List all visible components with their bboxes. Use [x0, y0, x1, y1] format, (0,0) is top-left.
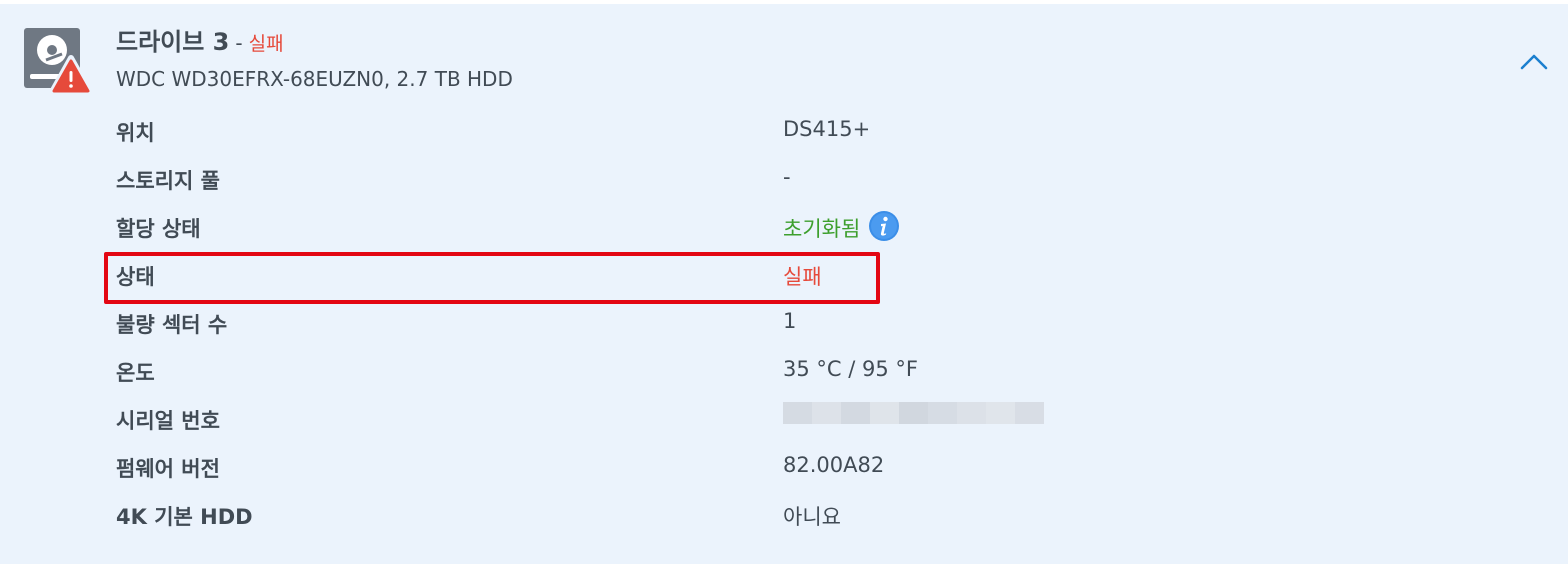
- location-label: 위치: [116, 121, 155, 145]
- title-separator: -: [235, 31, 243, 55]
- detail-row-temperature: 온도 35 °C / 95 °F: [0, 345, 1568, 393]
- temperature-value: 35 °C / 95 °F: [783, 357, 918, 381]
- allocation-value: 초기화됨: [783, 217, 861, 241]
- detail-row-location: 위치 DS415+: [0, 105, 1568, 153]
- storage-pool-label: 스토리지 풀: [116, 169, 220, 193]
- collapse-button[interactable]: [1516, 48, 1552, 76]
- info-icon[interactable]: [868, 210, 900, 242]
- 4k-native-value: 아니요: [783, 505, 841, 529]
- drive-detail-panel: 드라이브 3- 실패 WDC WD30EFRX-68EUZN0, 2.7 TB H…: [0, 4, 1568, 564]
- drive-name: 드라이브 3: [116, 28, 230, 56]
- status-label: 상태: [116, 265, 155, 289]
- allocation-label: 할당 상태: [116, 217, 201, 241]
- detail-row-bad-sectors: 불량 섹터 수 1: [0, 297, 1568, 345]
- status-value: 실패: [783, 265, 822, 289]
- serial-value-redacted: [783, 402, 1044, 424]
- firmware-value: 82.00A82: [783, 453, 885, 477]
- bad-sectors-value: 1: [783, 309, 797, 333]
- detail-row-storage-pool: 스토리지 풀 -: [0, 153, 1568, 201]
- drive-status-label: 실패: [248, 33, 284, 55]
- firmware-label: 펌웨어 버전: [116, 457, 220, 481]
- detail-row-allocation: 할당 상태 초기화됨: [0, 201, 1568, 249]
- hdd-warning-icon: [24, 28, 93, 98]
- drive-model: WDC WD30EFRX-68EUZN0, 2.7 TB HDD: [116, 67, 513, 91]
- detail-row-firmware: 펌웨어 버전 82.00A82: [0, 441, 1568, 489]
- 4k-native-label: 4K 기본 HDD: [116, 505, 253, 529]
- detail-row-status: 상태 실패: [0, 249, 1568, 297]
- detail-row-4k-native: 4K 기본 HDD 아니요: [0, 489, 1568, 537]
- bad-sectors-label: 불량 섹터 수: [116, 313, 228, 337]
- storage-pool-value: -: [783, 165, 791, 189]
- drive-title: 드라이브 3- 실패: [116, 22, 284, 57]
- serial-label: 시리얼 번호: [116, 409, 220, 433]
- allocation-value-container: 초기화됨: [783, 210, 900, 243]
- temperature-label: 온도: [116, 361, 155, 385]
- chevron-up-icon: [1520, 54, 1548, 70]
- location-value: DS415+: [783, 117, 871, 141]
